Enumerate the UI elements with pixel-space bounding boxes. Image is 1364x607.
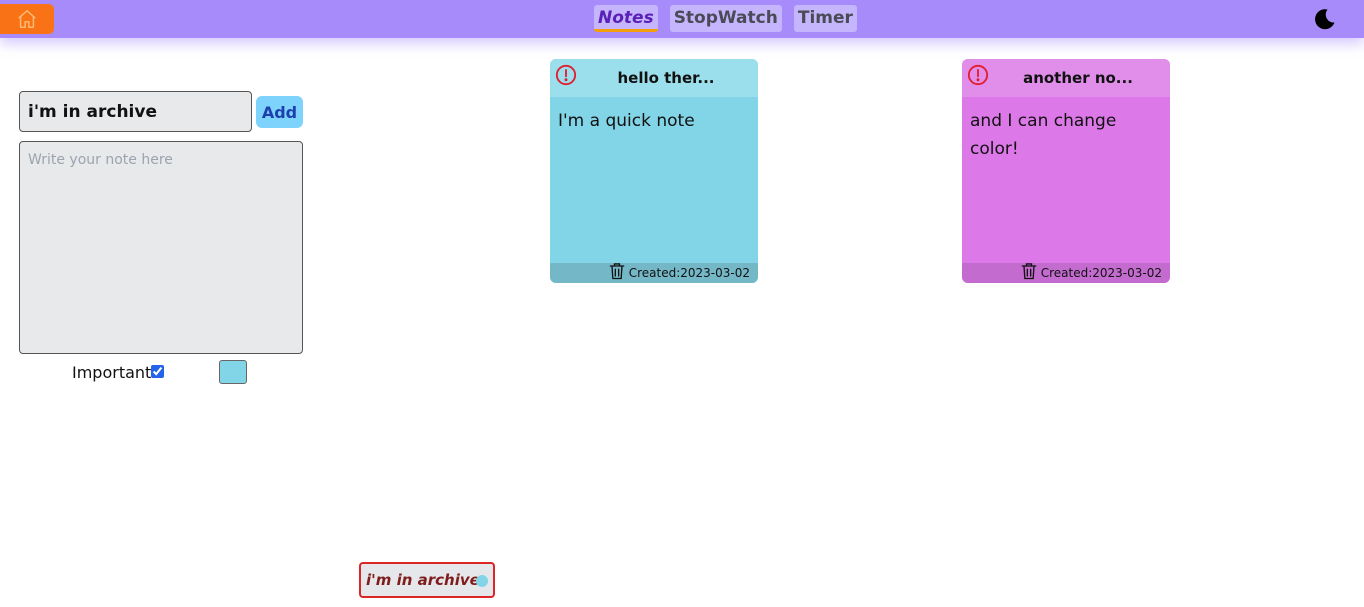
note-body[interactable]: I'm a quick note bbox=[558, 107, 750, 135]
tab-notes[interactable]: Notes bbox=[594, 5, 658, 32]
add-note-button[interactable]: Add bbox=[256, 96, 303, 128]
note-body-textarea[interactable] bbox=[19, 141, 303, 354]
nav-tabs: Notes StopWatch Timer bbox=[594, 5, 857, 32]
archived-note-chip[interactable]: i'm in archive bbox=[359, 562, 495, 598]
important-checkbox[interactable] bbox=[151, 365, 164, 378]
note-card-footer: Created:2023-03-02 bbox=[550, 263, 758, 283]
archived-note-color-dot bbox=[476, 575, 488, 587]
tab-timer[interactable]: Timer bbox=[793, 5, 857, 32]
archived-note-title: i'm in archive bbox=[366, 571, 480, 589]
moon-icon[interactable] bbox=[1313, 7, 1337, 31]
note-title[interactable]: hello ther... bbox=[550, 69, 758, 87]
home-icon bbox=[18, 10, 36, 28]
note-card-footer: Created:2023-03-02 bbox=[962, 263, 1170, 283]
note-card-header: hello ther... bbox=[550, 59, 758, 97]
color-picker[interactable] bbox=[219, 360, 247, 384]
created-date: Created:2023-03-02 bbox=[628, 266, 750, 280]
important-label: Important: bbox=[72, 363, 157, 382]
navbar: Notes StopWatch Timer bbox=[0, 0, 1364, 38]
note-card-header: another no... bbox=[962, 59, 1170, 97]
note-title-input[interactable] bbox=[19, 91, 252, 132]
home-button[interactable] bbox=[0, 4, 54, 34]
note-body[interactable]: and I can change color! bbox=[970, 107, 1162, 163]
trash-icon[interactable] bbox=[1019, 261, 1039, 281]
note-card: another no... and I can change color! Cr… bbox=[962, 59, 1170, 283]
trash-icon[interactable] bbox=[607, 261, 627, 281]
created-date: Created:2023-03-02 bbox=[1040, 266, 1162, 280]
note-title[interactable]: another no... bbox=[962, 69, 1170, 87]
note-card: hello ther... I'm a quick note Created:2… bbox=[550, 59, 758, 283]
tab-stopwatch[interactable]: StopWatch bbox=[669, 5, 782, 32]
